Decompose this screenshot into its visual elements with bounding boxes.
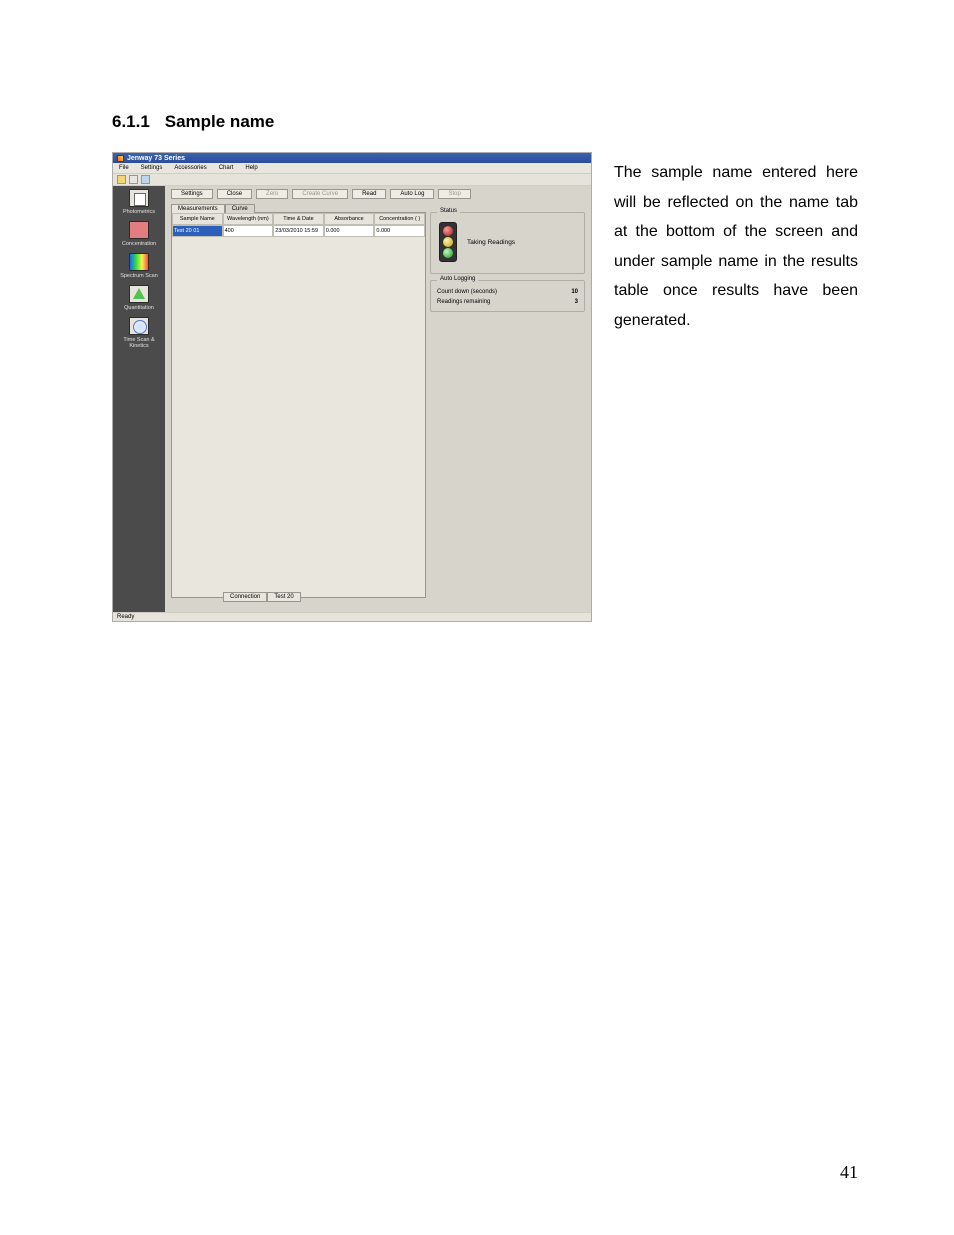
page-number: 41 <box>840 1162 858 1183</box>
countdown-label: Count down (seconds) <box>437 289 497 295</box>
sidebar-item-label: Photometrics <box>123 209 155 215</box>
spectrum-icon <box>129 253 149 271</box>
menu-chart[interactable]: Chart <box>219 165 234 171</box>
remaining-label: Readings remaining <box>437 299 490 305</box>
col-sample-name[interactable]: Sample Name <box>172 213 223 225</box>
create-curve-button[interactable]: Create Curve <box>292 189 348 199</box>
traffic-light-icon <box>439 222 457 262</box>
status-strip: Ready <box>113 612 591 621</box>
footer-tab-test[interactable]: Test 20 <box>267 592 300 602</box>
auto-log-button[interactable]: Auto Log <box>390 189 434 199</box>
tab-measurements[interactable]: Measurements <box>171 204 225 213</box>
concentration-icon <box>129 221 149 239</box>
result-tabs: Measurements Curve <box>165 203 591 212</box>
autolog-group-title: Auto Logging <box>437 276 478 282</box>
zero-button[interactable]: Zero <box>256 189 288 199</box>
close-button[interactable]: Close <box>217 189 252 199</box>
open-icon[interactable] <box>117 175 126 184</box>
window-title: Jenway 73 Series <box>127 155 185 162</box>
col-time-date[interactable]: Time & Date <box>273 213 324 225</box>
footer-tab-connection[interactable]: Connection <box>223 592 267 602</box>
table-row[interactable]: Test 20 01 400 23/03/2010 15:59 0.000 0.… <box>172 225 425 237</box>
light-green <box>443 248 453 258</box>
light-red <box>443 226 453 236</box>
sidebar-item-label: Spectrum Scan <box>120 273 158 279</box>
photometrics-icon <box>129 189 149 207</box>
sidebar-item-label: Quantitation <box>124 305 154 311</box>
menubar: File Settings Accessories Chart Help <box>113 163 591 174</box>
menu-accessories[interactable]: Accessories <box>174 165 206 171</box>
menu-help[interactable]: Help <box>245 165 257 171</box>
autolog-group: Auto Logging Count down (seconds) 10 Rea… <box>430 280 585 312</box>
save-icon[interactable] <box>141 175 150 184</box>
remaining-value: 3 <box>554 299 578 305</box>
sidebar-item-quantitation[interactable]: Quantitation <box>117 285 161 311</box>
window-titlebar[interactable]: Jenway 73 Series <box>113 153 591 163</box>
section-title: Sample name <box>165 112 275 131</box>
status-group: Status Taking Readings <box>430 212 585 274</box>
read-button[interactable]: Read <box>352 189 386 199</box>
action-bar: Settings Close Zero Create Curve Read Au… <box>165 186 591 202</box>
status-group-title: Status <box>437 208 460 214</box>
app-logo-icon <box>117 155 124 162</box>
stop-button[interactable]: Stop <box>438 189 470 199</box>
menu-settings[interactable]: Settings <box>141 165 163 171</box>
section-heading: 6.1.1 Sample name <box>112 112 858 132</box>
sidebar-item-timescan[interactable]: Time Scan & Kinetics <box>117 317 161 349</box>
cell-wavelength: 400 <box>223 225 274 237</box>
cell-sample-name: Test 20 01 <box>172 225 223 237</box>
cell-concentration: 0.000 <box>374 225 425 237</box>
tab-curve[interactable]: Curve <box>225 204 255 213</box>
menu-file[interactable]: File <box>119 165 129 171</box>
description-paragraph: The sample name entered here will be ref… <box>614 152 858 336</box>
sidebar-item-spectrum[interactable]: Spectrum Scan <box>117 253 161 279</box>
app-screenshot: Jenway 73 Series File Settings Accessori… <box>112 152 592 622</box>
status-text: Taking Readings <box>467 239 515 246</box>
col-wavelength[interactable]: Wavelength (nm) <box>223 213 274 225</box>
section-number: 6.1.1 <box>112 112 160 132</box>
quantitation-icon <box>129 285 149 303</box>
timescan-icon <box>129 317 149 335</box>
cell-absorbance: 0.000 <box>324 225 375 237</box>
mode-sidebar: Photometrics Concentration Spectrum Scan… <box>113 186 165 612</box>
sidebar-item-label: Time Scan & Kinetics <box>117 337 161 349</box>
cell-time-date: 23/03/2010 15:59 <box>273 225 324 237</box>
status-strip-text: Ready <box>117 614 134 620</box>
countdown-value: 10 <box>554 289 578 295</box>
light-yellow <box>443 237 453 247</box>
settings-button[interactable]: Settings <box>171 189 213 199</box>
sidebar-item-photometrics[interactable]: Photometrics <box>117 189 161 215</box>
col-absorbance[interactable]: Absorbance <box>324 213 375 225</box>
results-table: Sample Name Wavelength (nm) Time & Date … <box>171 212 426 598</box>
footer-tabs: Connection Test 20 <box>223 592 301 602</box>
sidebar-item-concentration[interactable]: Concentration <box>117 221 161 247</box>
sidebar-item-label: Concentration <box>122 241 156 247</box>
toolbar <box>113 174 591 186</box>
col-concentration[interactable]: Concentration ( ) <box>374 213 425 225</box>
new-icon[interactable] <box>129 175 138 184</box>
